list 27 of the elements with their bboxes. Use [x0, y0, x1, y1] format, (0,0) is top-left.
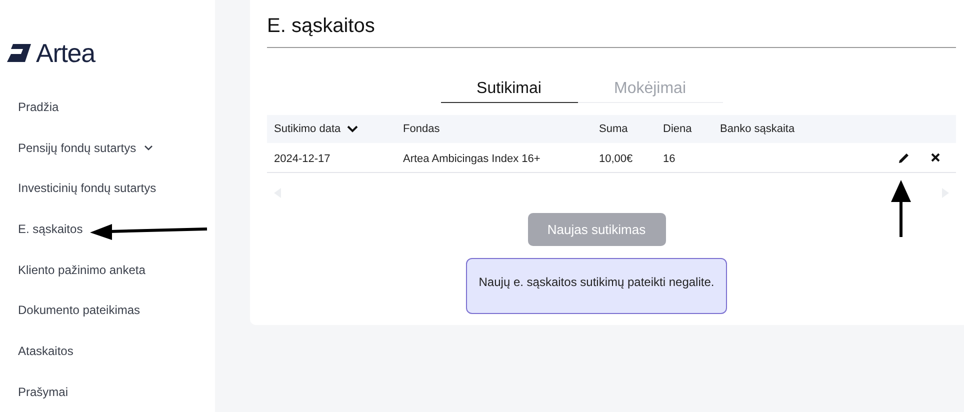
sidebar-item[interactable]: Prašymai: [0, 371, 215, 412]
table-cell: 16: [663, 152, 676, 164]
column-header: Fondas: [403, 122, 440, 137]
column-header: Banko sąskaita: [720, 122, 795, 137]
column-header: Diena: [663, 122, 692, 137]
info-message: Naujų e. sąskaitos sutikimų pateikti negalite.: [466, 258, 727, 314]
column-header: Suma: [599, 122, 628, 137]
sidebar-item[interactable]: Pradžia: [0, 86, 215, 128]
edit-pencil-icon[interactable]: [898, 152, 910, 164]
chevron-down-icon: [144, 144, 154, 151]
sidebar-item[interactable]: Kliento pažinimo anketa: [0, 249, 215, 290]
logo-icon: [7, 44, 33, 62]
table-cell: 10,00€: [599, 152, 633, 164]
sidebar-item[interactable]: Dokumento pateikimas: [0, 290, 215, 331]
close-icon[interactable]: [931, 153, 940, 162]
tab[interactable]: Sutikimai: [440, 76, 578, 103]
sidebar-item[interactable]: Investicinių fondų sutartys: [0, 168, 215, 209]
column-header: Sutikimo data: [274, 122, 341, 137]
page-title: E. sąskaitos: [267, 13, 956, 48]
sort-chevron-icon[interactable]: [346, 125, 358, 133]
sidebar-item[interactable]: Ataskaitos: [0, 330, 215, 372]
logo: Artea: [36, 40, 95, 66]
sidebar-item[interactable]: Pensijų fondų sutartys: [0, 127, 215, 168]
table-cell: 2024-12-17: [274, 152, 330, 164]
table-cell: Artea Ambicingas Index 16+: [403, 152, 540, 164]
arrow-annotation: [891, 180, 911, 237]
sidebar-item[interactable]: E. sąskaitos: [0, 208, 215, 250]
